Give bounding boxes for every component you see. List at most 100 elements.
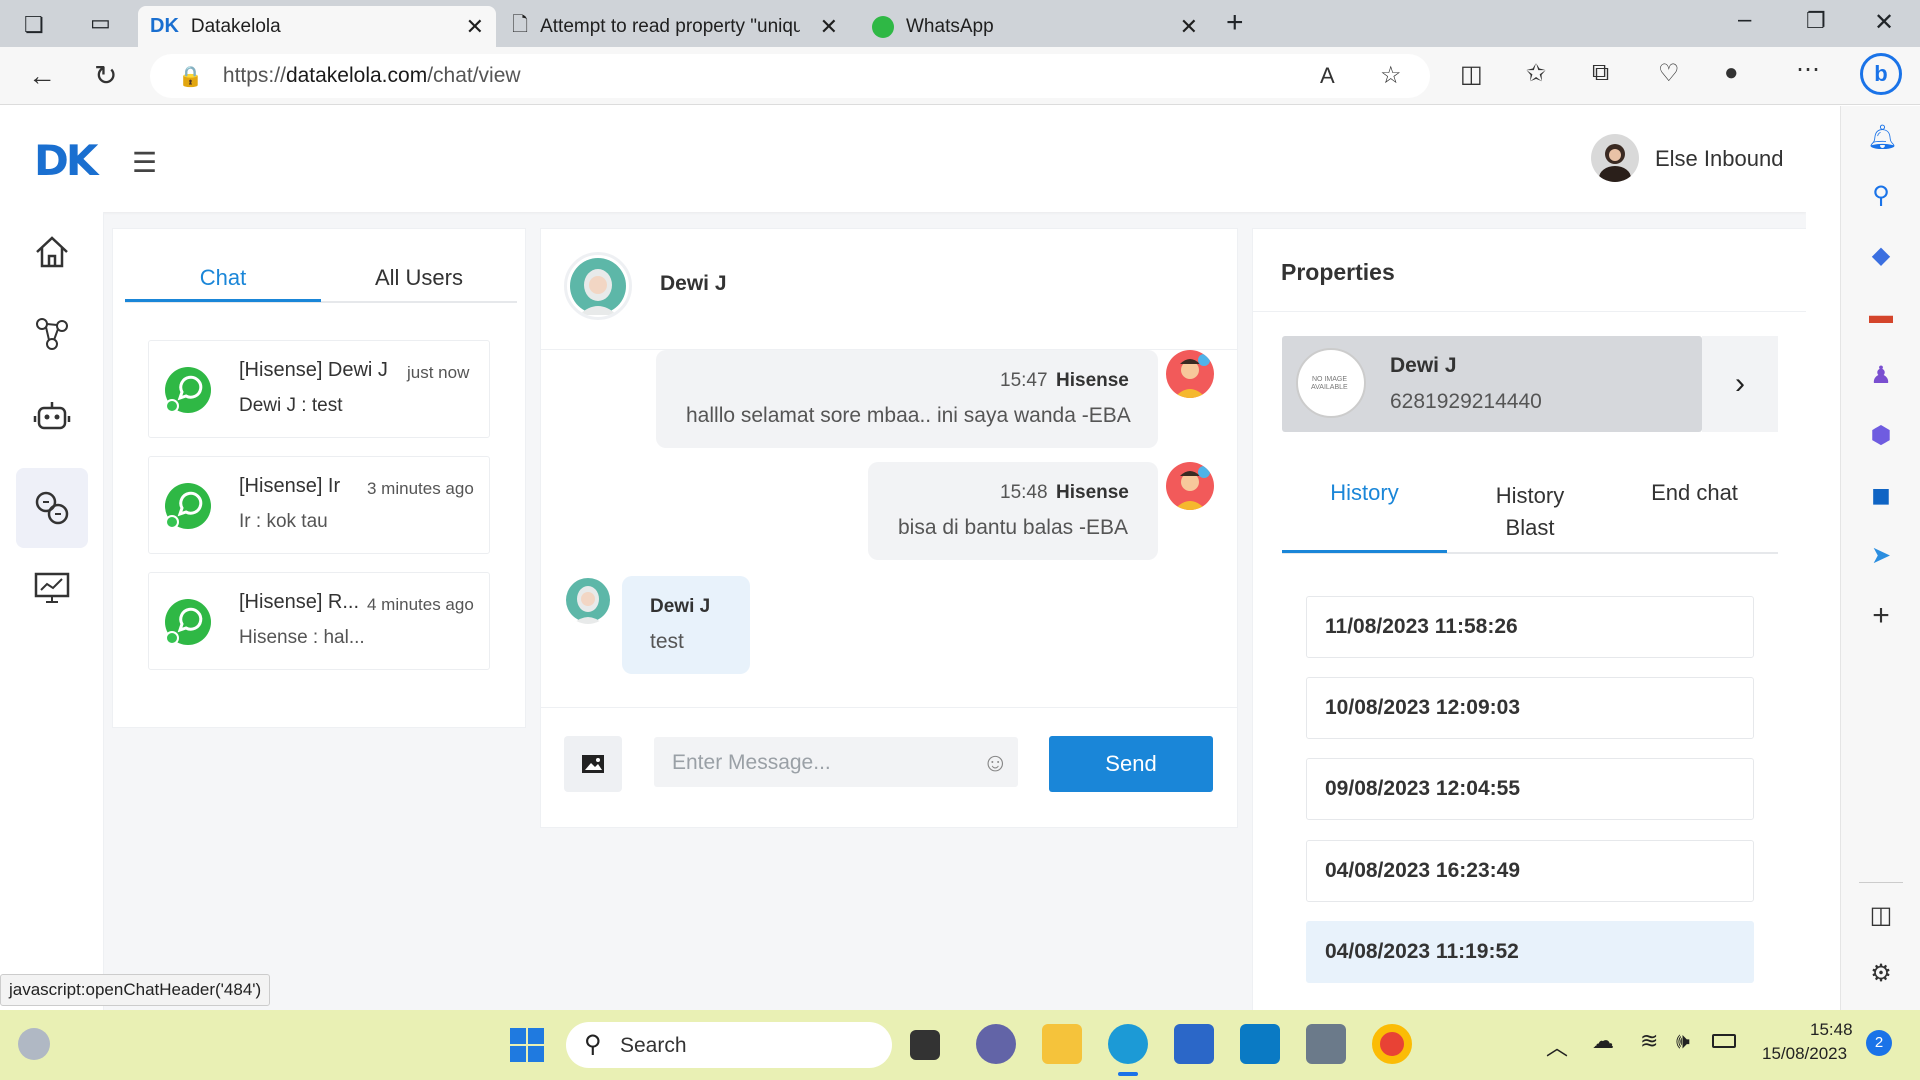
contact-avatar[interactable] — [564, 252, 632, 320]
tab-actions-icon[interactable]: ▭ — [90, 10, 111, 36]
copilot-icon[interactable]: ⬢ — [1867, 422, 1895, 450]
bell-icon[interactable]: 🔔︎ — [1867, 124, 1897, 152]
app-viewport: DK ☰ Else Inbound Chat All Users [Hisens… — [0, 106, 1806, 1010]
camera-icon[interactable] — [1306, 1024, 1346, 1064]
file-explorer-icon[interactable] — [1042, 1024, 1082, 1064]
task-view-icon[interactable] — [910, 1030, 940, 1060]
send-icon[interactable]: ➤ — [1867, 542, 1895, 570]
emoji-icon[interactable]: ☺ — [982, 747, 1009, 778]
teams-icon[interactable] — [976, 1024, 1016, 1064]
wifi-icon[interactable]: ≋ — [1640, 1028, 1658, 1054]
clock-date[interactable]: 15/08/2023 — [1762, 1044, 1847, 1064]
performance-icon[interactable]: ♡ — [1658, 59, 1680, 88]
left-sidebar — [0, 212, 104, 1010]
chat-list-item[interactable]: [Hisense] R... 4 minutes ago Hisense : h… — [148, 572, 490, 670]
tab-chat[interactable]: Chat — [125, 265, 321, 291]
chat-list-item[interactable]: [Hisense] Ir 3 minutes ago Ir : kok tau — [148, 456, 490, 554]
settings-icon[interactable]: ⚙ — [1867, 960, 1895, 988]
more-options-icon[interactable]: ⋯ — [1796, 55, 1820, 84]
microsoft-store-icon[interactable] — [1174, 1024, 1214, 1064]
tools-icon[interactable]: ▬ — [1867, 302, 1895, 330]
minimize-icon[interactable]: – — [1738, 6, 1751, 34]
shopping-tag-icon[interactable]: ◆ — [1867, 242, 1895, 270]
tab-whatsapp[interactable]: WhatsApp ✕ — [860, 6, 1210, 47]
hamburger-menu-icon[interactable]: ☰ — [132, 146, 157, 179]
hijab-avatar-icon — [566, 578, 610, 624]
chrome-icon[interactable] — [1372, 1024, 1412, 1064]
read-aloud-icon[interactable]: A — [1320, 63, 1335, 89]
message-text: halllo selamat sore mbaa.. ini saya wand… — [686, 404, 1131, 427]
chat-item-message: Dewi J : test — [239, 395, 343, 416]
close-tab-icon[interactable]: ✕ — [820, 14, 838, 40]
tab-history-blast[interactable]: History Blast — [1470, 480, 1590, 544]
chat-support-icon — [35, 491, 69, 525]
favorites-icon[interactable]: ✩ — [1526, 59, 1546, 88]
back-icon[interactable]: ← — [28, 60, 56, 92]
taskbar-search[interactable]: ⚲ Search — [566, 1022, 892, 1068]
history-datetime: 04/08/2023 16:23:49 — [1325, 859, 1520, 882]
agent-avatar — [1166, 350, 1214, 398]
clock-time[interactable]: 15:48 — [1810, 1020, 1853, 1040]
tab-end-chat[interactable]: End chat — [1612, 480, 1777, 506]
favorite-star-icon[interactable]: ☆ — [1380, 61, 1402, 90]
restore-icon[interactable]: ❐ — [1806, 8, 1826, 34]
volume-icon[interactable]: 🕪︎ — [1676, 1028, 1690, 1054]
onedrive-icon[interactable]: ☁ — [1592, 1028, 1614, 1054]
chat-list-item[interactable]: [Hisense] Dewi J just now Dewi J : test — [148, 340, 490, 438]
refresh-icon[interactable]: ↻ — [94, 59, 117, 92]
start-button[interactable] — [510, 1028, 544, 1062]
weather-icon[interactable] — [18, 1028, 50, 1060]
chat-item-time: 3 minutes ago — [367, 479, 474, 498]
profile-icon[interactable]: ● — [1724, 59, 1739, 87]
history-row[interactable]: 04/08/2023 16:23:49 — [1306, 840, 1754, 902]
message-text: bisa di bantu balas -EBA — [898, 516, 1128, 539]
close-window-icon[interactable]: ✕ — [1874, 8, 1894, 37]
search-icon[interactable]: ⚲ — [1867, 182, 1895, 210]
contact-card[interactable]: NO IMAGE AVAILABLE Dewi J 6281929214440 — [1282, 336, 1702, 432]
properties-title: Properties — [1281, 259, 1395, 285]
history-datetime: 11/08/2023 11:58:26 — [1325, 615, 1518, 638]
tab-attempt-property[interactable]: 🗋 Attempt to read property "uniqu ✕ — [500, 6, 850, 47]
tab-history[interactable]: History — [1282, 480, 1447, 506]
no-image-text: AVAILABLE — [1311, 384, 1348, 391]
url-field[interactable]: 🔒 https:// datakelola.com /chat/view A ☆ — [150, 54, 1430, 98]
user-name[interactable]: Else Inbound — [1655, 146, 1783, 172]
message-input[interactable]: Enter Message... ☺ — [654, 737, 1018, 787]
collections-icon[interactable]: ⧉ — [1592, 59, 1609, 87]
sidebar-item-monitor[interactable] — [16, 548, 88, 628]
contact-detail-chevron-button[interactable]: › — [1702, 336, 1778, 432]
edge-browser-icon[interactable] — [1108, 1024, 1148, 1064]
add-icon[interactable]: + — [1867, 601, 1895, 631]
history-row[interactable]: 09/08/2023 12:04:55 — [1306, 758, 1754, 820]
address-bar: ← ↻ 🔒 https:// datakelola.com /chat/view… — [0, 47, 1920, 105]
sidebar-item-bot[interactable] — [16, 376, 88, 456]
tab-datakelola[interactable]: DK Datakelola ✕ — [138, 6, 496, 47]
tab-all-users[interactable]: All Users — [321, 265, 517, 291]
history-row[interactable]: 11/08/2023 11:58:26 — [1306, 596, 1754, 658]
chevron-right-icon: › — [1735, 367, 1745, 400]
send-button-label: Send — [1105, 751, 1157, 776]
app-logo[interactable]: DK — [34, 136, 106, 186]
sidebar-item-chat-support[interactable] — [16, 468, 88, 548]
history-row-selected[interactable]: 04/08/2023 11:19:52 — [1306, 921, 1754, 983]
sidebar-item-home[interactable] — [16, 212, 88, 292]
workspaces-icon[interactable]: ❏ — [24, 12, 44, 38]
close-tab-icon[interactable]: ✕ — [466, 14, 484, 40]
chevron-up-icon[interactable]: ︿ — [1546, 1030, 1568, 1062]
new-tab-icon[interactable]: + — [1226, 6, 1244, 40]
games-icon[interactable]: ♟ — [1867, 362, 1895, 390]
attach-image-button[interactable] — [564, 736, 622, 792]
outlook-icon[interactable]: ◼ — [1867, 482, 1895, 510]
notification-badge[interactable]: 2 — [1866, 1030, 1892, 1056]
l-app-icon[interactable] — [1240, 1024, 1280, 1064]
history-row[interactable]: 10/08/2023 12:09:03 — [1306, 677, 1754, 739]
close-tab-icon[interactable]: ✕ — [1180, 14, 1198, 40]
bing-copilot-icon[interactable]: b — [1860, 53, 1902, 95]
user-avatar[interactable] — [1591, 134, 1639, 182]
sidebar-toggle-icon[interactable]: ◫ — [1867, 902, 1895, 930]
battery-icon[interactable] — [1712, 1034, 1736, 1048]
sidebar-item-network[interactable] — [16, 294, 88, 374]
tab-label: Datakelola — [190, 15, 281, 37]
send-button[interactable]: Send — [1049, 736, 1213, 792]
split-screen-icon[interactable]: ◫ — [1460, 60, 1483, 89]
